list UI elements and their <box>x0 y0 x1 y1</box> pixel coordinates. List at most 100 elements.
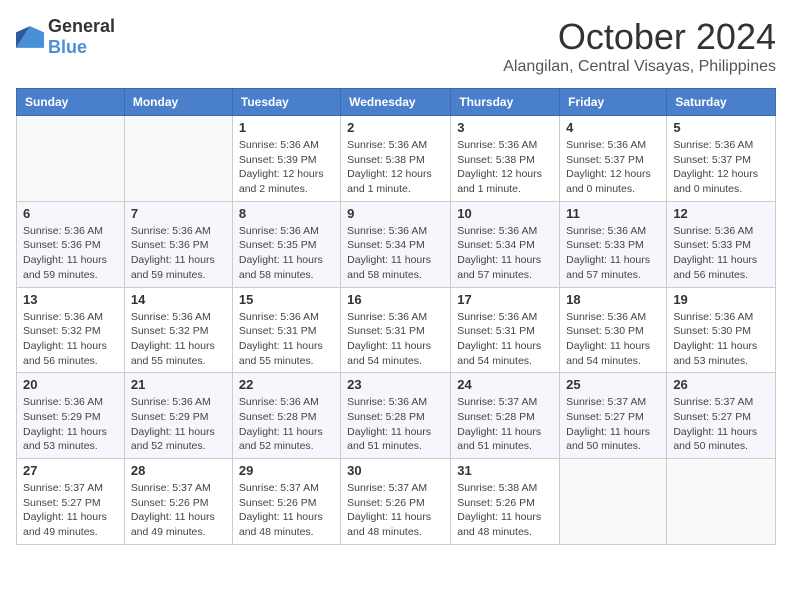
day-number: 30 <box>347 463 444 478</box>
calendar-cell <box>560 459 667 545</box>
calendar-cell: 11 Sunrise: 5:36 AM Sunset: 5:33 PM Dayli… <box>560 201 667 287</box>
calendar-cell: 16 Sunrise: 5:36 AM Sunset: 5:31 PM Dayli… <box>341 287 451 373</box>
day-info: Sunrise: 5:37 AM Sunset: 5:27 PM Dayligh… <box>673 395 769 454</box>
day-info: Sunrise: 5:36 AM Sunset: 5:36 PM Dayligh… <box>23 224 118 283</box>
day-info: Sunrise: 5:36 AM Sunset: 5:36 PM Dayligh… <box>131 224 226 283</box>
day-number: 29 <box>239 463 334 478</box>
day-info: Sunrise: 5:36 AM Sunset: 5:31 PM Dayligh… <box>347 310 444 369</box>
calendar-cell <box>124 116 232 202</box>
day-info: Sunrise: 5:36 AM Sunset: 5:33 PM Dayligh… <box>673 224 769 283</box>
day-info: Sunrise: 5:36 AM Sunset: 5:35 PM Dayligh… <box>239 224 334 283</box>
day-info: Sunrise: 5:36 AM Sunset: 5:37 PM Dayligh… <box>673 138 769 197</box>
calendar-cell: 2 Sunrise: 5:36 AM Sunset: 5:38 PM Daylig… <box>341 116 451 202</box>
day-info: Sunrise: 5:36 AM Sunset: 5:28 PM Dayligh… <box>239 395 334 454</box>
day-info: Sunrise: 5:36 AM Sunset: 5:29 PM Dayligh… <box>23 395 118 454</box>
day-number: 7 <box>131 206 226 221</box>
calendar-cell: 21 Sunrise: 5:36 AM Sunset: 5:29 PM Dayli… <box>124 373 232 459</box>
calendar-cell: 25 Sunrise: 5:37 AM Sunset: 5:27 PM Dayli… <box>560 373 667 459</box>
day-number: 19 <box>673 292 769 307</box>
day-number: 11 <box>566 206 660 221</box>
day-info: Sunrise: 5:36 AM Sunset: 5:34 PM Dayligh… <box>457 224 553 283</box>
day-number: 3 <box>457 120 553 135</box>
calendar-cell: 8 Sunrise: 5:36 AM Sunset: 5:35 PM Daylig… <box>232 201 340 287</box>
day-number: 31 <box>457 463 553 478</box>
day-number: 27 <box>23 463 118 478</box>
day-info: Sunrise: 5:36 AM Sunset: 5:39 PM Dayligh… <box>239 138 334 197</box>
calendar-cell: 5 Sunrise: 5:36 AM Sunset: 5:37 PM Daylig… <box>667 116 776 202</box>
calendar-cell: 12 Sunrise: 5:36 AM Sunset: 5:33 PM Dayli… <box>667 201 776 287</box>
calendar-week-row: 1Sunrise: 5:36 AM Sunset: 5:39 PM Daylig… <box>17 116 776 202</box>
calendar-cell: 7 Sunrise: 5:36 AM Sunset: 5:36 PM Daylig… <box>124 201 232 287</box>
calendar-cell: 13 Sunrise: 5:36 AM Sunset: 5:32 PM Dayli… <box>17 287 125 373</box>
calendar-cell: 3Sunrise: 5:36 AM Sunset: 5:38 PM Daylig… <box>451 116 560 202</box>
calendar-cell: 14 Sunrise: 5:36 AM Sunset: 5:32 PM Dayli… <box>124 287 232 373</box>
location-title: Alangilan, Central Visayas, Philippines <box>503 58 776 76</box>
day-info: Sunrise: 5:37 AM Sunset: 5:26 PM Dayligh… <box>347 481 444 540</box>
day-header-saturday: Saturday <box>667 89 776 116</box>
day-info: Sunrise: 5:37 AM Sunset: 5:27 PM Dayligh… <box>566 395 660 454</box>
calendar-cell: 28Sunrise: 5:37 AM Sunset: 5:26 PM Dayli… <box>124 459 232 545</box>
calendar-table: SundayMondayTuesdayWednesdayThursdayFrid… <box>16 88 776 545</box>
day-info: Sunrise: 5:36 AM Sunset: 5:38 PM Dayligh… <box>347 138 444 197</box>
calendar-cell: 18 Sunrise: 5:36 AM Sunset: 5:30 PM Dayli… <box>560 287 667 373</box>
day-header-wednesday: Wednesday <box>341 89 451 116</box>
day-number: 20 <box>23 377 118 392</box>
day-header-friday: Friday <box>560 89 667 116</box>
day-number: 4 <box>566 120 660 135</box>
day-number: 26 <box>673 377 769 392</box>
day-number: 25 <box>566 377 660 392</box>
title-block: October 2024 Alangilan, Central Visayas,… <box>503 16 776 76</box>
calendar-cell: 17Sunrise: 5:36 AM Sunset: 5:31 PM Dayli… <box>451 287 560 373</box>
day-number: 9 <box>347 206 444 221</box>
day-info: Sunrise: 5:36 AM Sunset: 5:30 PM Dayligh… <box>673 310 769 369</box>
logo-general: General <box>48 16 115 36</box>
day-info: Sunrise: 5:36 AM Sunset: 5:32 PM Dayligh… <box>23 310 118 369</box>
calendar-cell: 19 Sunrise: 5:36 AM Sunset: 5:30 PM Dayli… <box>667 287 776 373</box>
calendar-cell: 4Sunrise: 5:36 AM Sunset: 5:37 PM Daylig… <box>560 116 667 202</box>
logo-blue: Blue <box>48 37 87 57</box>
day-number: 14 <box>131 292 226 307</box>
logo: General Blue <box>16 16 115 58</box>
calendar-cell: 30 Sunrise: 5:37 AM Sunset: 5:26 PM Dayli… <box>341 459 451 545</box>
calendar-cell: 29 Sunrise: 5:37 AM Sunset: 5:26 PM Dayli… <box>232 459 340 545</box>
calendar-cell: 9 Sunrise: 5:36 AM Sunset: 5:34 PM Daylig… <box>341 201 451 287</box>
day-number: 5 <box>673 120 769 135</box>
day-number: 13 <box>23 292 118 307</box>
calendar-cell: 31 Sunrise: 5:38 AM Sunset: 5:26 PM Dayli… <box>451 459 560 545</box>
day-number: 21 <box>131 377 226 392</box>
day-info: Sunrise: 5:37 AM Sunset: 5:28 PM Dayligh… <box>457 395 553 454</box>
day-number: 24 <box>457 377 553 392</box>
day-number: 2 <box>347 120 444 135</box>
day-number: 18 <box>566 292 660 307</box>
day-number: 17 <box>457 292 553 307</box>
day-info: Sunrise: 5:36 AM Sunset: 5:28 PM Dayligh… <box>347 395 444 454</box>
day-info: Sunrise: 5:38 AM Sunset: 5:26 PM Dayligh… <box>457 481 553 540</box>
calendar-cell: 24 Sunrise: 5:37 AM Sunset: 5:28 PM Dayli… <box>451 373 560 459</box>
day-header-tuesday: Tuesday <box>232 89 340 116</box>
day-header-monday: Monday <box>124 89 232 116</box>
calendar-cell: 20 Sunrise: 5:36 AM Sunset: 5:29 PM Dayli… <box>17 373 125 459</box>
day-header-thursday: Thursday <box>451 89 560 116</box>
day-info: Sunrise: 5:36 AM Sunset: 5:34 PM Dayligh… <box>347 224 444 283</box>
calendar-week-row: 20 Sunrise: 5:36 AM Sunset: 5:29 PM Dayli… <box>17 373 776 459</box>
day-number: 8 <box>239 206 334 221</box>
calendar-cell: 27Sunrise: 5:37 AM Sunset: 5:27 PM Dayli… <box>17 459 125 545</box>
calendar-week-row: 13 Sunrise: 5:36 AM Sunset: 5:32 PM Dayli… <box>17 287 776 373</box>
calendar-cell: 1Sunrise: 5:36 AM Sunset: 5:39 PM Daylig… <box>232 116 340 202</box>
day-info: Sunrise: 5:36 AM Sunset: 5:31 PM Dayligh… <box>239 310 334 369</box>
day-info: Sunrise: 5:36 AM Sunset: 5:32 PM Dayligh… <box>131 310 226 369</box>
calendar-cell <box>17 116 125 202</box>
day-info: Sunrise: 5:36 AM Sunset: 5:33 PM Dayligh… <box>566 224 660 283</box>
day-number: 16 <box>347 292 444 307</box>
logo-text: General Blue <box>48 16 115 58</box>
day-info: Sunrise: 5:36 AM Sunset: 5:29 PM Dayligh… <box>131 395 226 454</box>
day-info: Sunrise: 5:36 AM Sunset: 5:30 PM Dayligh… <box>566 310 660 369</box>
day-number: 15 <box>239 292 334 307</box>
day-header-sunday: Sunday <box>17 89 125 116</box>
day-number: 12 <box>673 206 769 221</box>
day-info: Sunrise: 5:37 AM Sunset: 5:26 PM Dayligh… <box>239 481 334 540</box>
page-header: General Blue October 2024 Alangilan, Cen… <box>16 16 776 76</box>
calendar-week-row: 27Sunrise: 5:37 AM Sunset: 5:27 PM Dayli… <box>17 459 776 545</box>
calendar-cell: 26 Sunrise: 5:37 AM Sunset: 5:27 PM Dayli… <box>667 373 776 459</box>
logo-icon <box>16 26 44 48</box>
